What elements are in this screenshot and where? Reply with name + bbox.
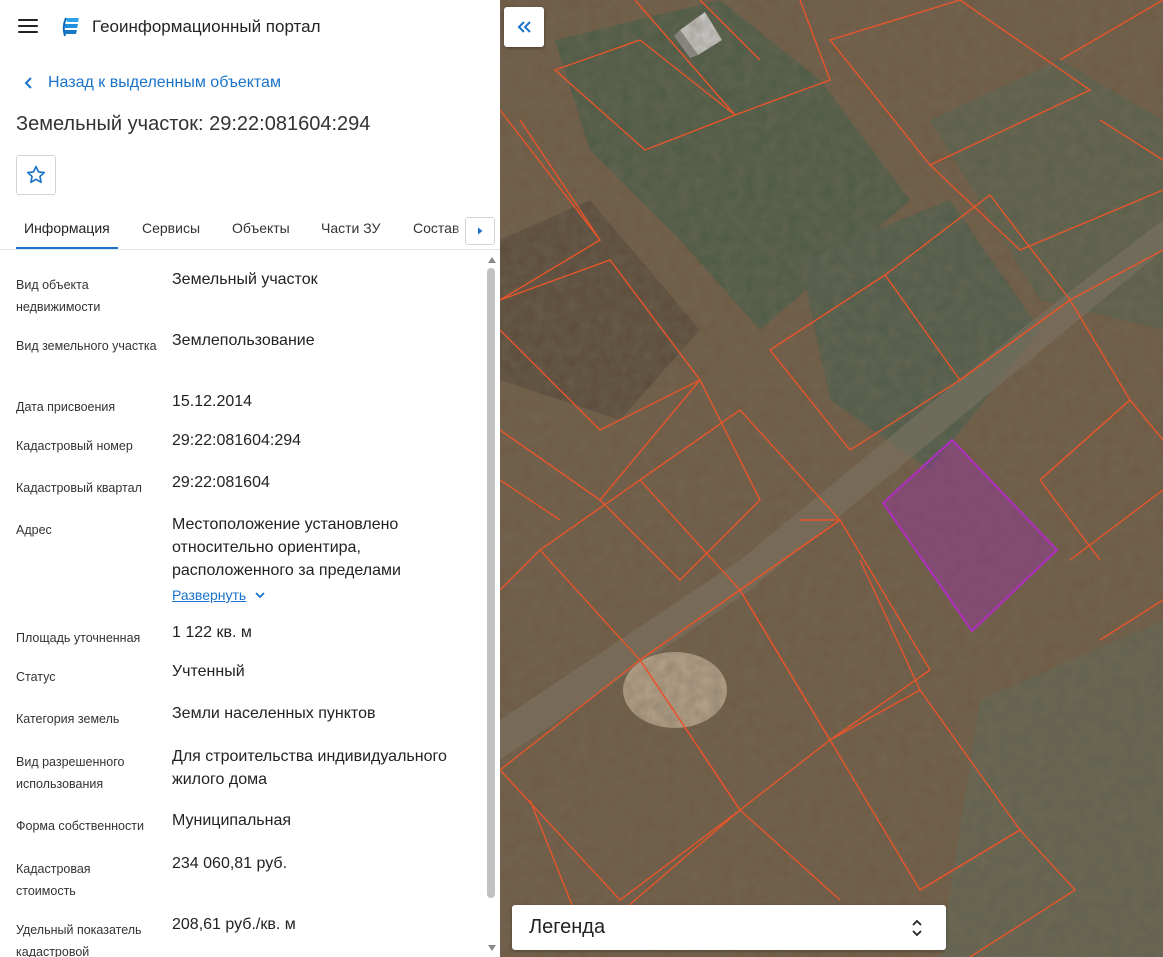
collapse-panel-button[interactable] xyxy=(504,7,544,47)
info-label: Дата присвоения xyxy=(16,400,116,414)
star-outline-icon xyxy=(26,165,46,184)
chevron-left-icon xyxy=(24,77,32,89)
info-label: Вид земельного участка xyxy=(16,339,157,353)
scrollbar-thumb[interactable] xyxy=(487,268,495,898)
scroll-up-arrow-icon[interactable] xyxy=(488,257,496,263)
caret-right-icon xyxy=(478,227,483,235)
info-label: Вид объекта недвижимости xyxy=(16,278,101,314)
page-title: Земельный участок: 29:22:081604:294 xyxy=(16,113,371,135)
info-label: Кадастровый квартал xyxy=(16,481,142,495)
scroll-down-arrow-icon[interactable] xyxy=(488,945,496,951)
info-label: Вид разрешенного использования xyxy=(16,755,125,791)
app: Геоинформационный портал Назад к выделен… xyxy=(0,0,1163,957)
tab-composition[interactable]: Состав xyxy=(405,206,467,249)
back-link-label: Назад к выделенным объектам xyxy=(48,74,281,91)
top-bar: Геоинформационный портал xyxy=(0,0,500,56)
info-label: Форма собственности xyxy=(16,819,144,833)
info-label: Площадь уточненная xyxy=(16,631,141,645)
expand-label: Развернуть xyxy=(172,587,247,603)
satellite-map[interactable] xyxy=(500,0,1163,957)
tab-services[interactable]: Сервисы xyxy=(134,206,208,249)
expand-address-link[interactable]: Развернуть xyxy=(172,587,266,603)
tab-information[interactable]: Информация xyxy=(16,206,118,249)
legend-selector[interactable]: Легенда xyxy=(512,905,946,950)
info-label: Статус xyxy=(16,670,56,684)
hamburger-menu-icon[interactable] xyxy=(18,18,38,34)
info-value: Земли населенных пунктов xyxy=(172,705,376,722)
legend-label: Легенда xyxy=(529,916,606,938)
info-value: 29:22:081604:294 xyxy=(172,432,302,449)
tab-bar: Информация Сервисы Объекты Части ЗУ Сост… xyxy=(0,206,500,250)
info-list: Вид объекта недвижимости Земельный участ… xyxy=(0,262,486,957)
tabs-scroll-right-button[interactable] xyxy=(465,217,495,245)
info-value: 234 060,81 руб. xyxy=(172,855,288,872)
side-panel: Геоинформационный портал Назад к выделен… xyxy=(0,0,500,957)
info-value: 1 122 кв. м xyxy=(172,624,252,641)
info-value: Местоположение установлено относительно … xyxy=(172,516,401,579)
app-title: Геоинформационный портал xyxy=(92,17,321,36)
back-to-selected-link[interactable]: Назад к выделенным объектам xyxy=(18,72,281,94)
info-label: Кадастровая стоимость xyxy=(16,862,91,898)
info-value: 29:22:081604 xyxy=(172,474,270,491)
info-label: Кадастровый номер xyxy=(16,439,133,453)
tab-parts[interactable]: Части ЗУ xyxy=(313,206,388,249)
tab-objects[interactable]: Объекты xyxy=(224,206,298,249)
chevron-down-icon xyxy=(255,592,265,599)
info-value: Учтенный xyxy=(172,663,245,680)
double-chevron-left-icon xyxy=(517,21,531,33)
info-value: Для строительства индивидуального жилого… xyxy=(172,748,447,788)
info-value: Муниципальная xyxy=(172,812,292,829)
info-value: 15.12.2014 xyxy=(172,393,253,410)
portal-logo-icon xyxy=(62,17,79,37)
favorite-button[interactable] xyxy=(16,155,56,195)
info-value: Землепользование xyxy=(172,332,315,349)
expand-collapse-icon xyxy=(912,919,922,937)
info-value: 208,61 руб./кв. м xyxy=(172,916,296,933)
info-value: Земельный участок xyxy=(172,271,318,288)
info-label: Категория земель xyxy=(16,712,120,726)
map-view[interactable] xyxy=(500,0,1163,957)
info-label: Адрес xyxy=(16,523,52,537)
info-label: Удельный показатель кадастровой xyxy=(16,923,142,957)
